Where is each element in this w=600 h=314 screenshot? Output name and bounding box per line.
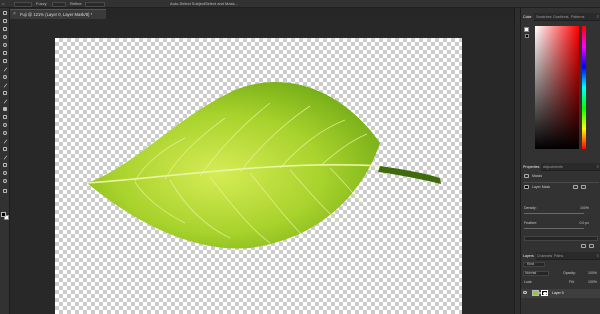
tab-patterns[interactable]: Patterns <box>571 13 584 21</box>
path-select-tool-icon[interactable] <box>2 154 8 160</box>
pen-tool-icon[interactable] <box>2 138 8 144</box>
fill-label: Fill: <box>569 280 575 284</box>
clone-stamp-tool-icon[interactable] <box>2 90 8 96</box>
edit-toolbar-icon[interactable] <box>2 188 8 194</box>
eyedropper-tool-icon[interactable] <box>2 66 8 72</box>
fill-value[interactable]: 100% <box>579 280 597 284</box>
refine-option[interactable]: Refine <box>70 1 82 7</box>
tab-adjustments[interactable]: Adjustments <box>543 163 563 171</box>
tab-gradients[interactable]: Gradients <box>553 13 569 21</box>
dodge-tool-icon[interactable] <box>2 130 8 136</box>
opacity-label: Opacity: <box>563 271 576 275</box>
marquee-tool-icon[interactable] <box>2 26 8 32</box>
color-panel-background-swatch[interactable] <box>525 34 529 38</box>
layer-mask-label: Layer Mask <box>532 185 551 189</box>
mode-dropdown[interactable] <box>52 1 66 7</box>
crop-tool-icon[interactable] <box>2 50 8 56</box>
add-vector-mask-icon[interactable] <box>581 185 586 189</box>
density-value[interactable]: 100% <box>569 206 589 210</box>
opacity-value[interactable]: 100% <box>579 271 597 275</box>
canvas-area <box>10 19 514 314</box>
kind-label: Kind <box>527 262 535 266</box>
masks-label: Masks <box>532 174 543 178</box>
panel-menu-icon[interactable]: ≡ <box>597 253 599 258</box>
color-panel-foreground-swatch[interactable] <box>524 27 529 32</box>
move-tool-icon[interactable] <box>2 10 8 16</box>
type-tool-icon[interactable] <box>2 146 8 152</box>
feather-label: Feather: <box>524 221 538 225</box>
feather-slider[interactable] <box>524 228 584 229</box>
tab-color[interactable]: Color <box>521 13 534 21</box>
quick-select-tool-icon[interactable] <box>2 42 8 48</box>
visibility-eye-icon[interactable] <box>523 291 527 294</box>
lock-label: Lock: <box>524 280 533 284</box>
tools-panel <box>0 8 10 314</box>
color-picker-field[interactable] <box>535 26 579 149</box>
document-tab-title: Fuji @ 121% (Layer 0, Layer Mask/8) * <box>20 12 93 17</box>
zoom-tool-icon[interactable] <box>2 178 8 184</box>
eraser-tool-icon[interactable] <box>2 106 8 112</box>
close-tab-icon[interactable]: × <box>13 10 16 19</box>
layer-mask-icon <box>524 185 529 189</box>
shape-tool-icon[interactable] <box>2 162 8 168</box>
home-icon[interactable]: ⌂ <box>2 1 4 7</box>
brush-tool-icon[interactable] <box>2 82 8 88</box>
leaf-image <box>86 81 441 249</box>
spot-heal-tool-icon[interactable] <box>2 74 8 80</box>
right-panels: Color Swatches Gradients Patterns ≡ Prop… <box>520 8 600 314</box>
layer-thumbnail[interactable] <box>532 290 539 296</box>
fuzzy-option[interactable]: Fuzzy <box>36 1 47 7</box>
select-pixel-mask-icon[interactable] <box>573 185 578 189</box>
feather-value[interactable]: 0.0 px <box>569 221 589 225</box>
properties-panel-tabs: Properties Adjustments ≡ <box>521 163 600 171</box>
density-slider[interactable] <box>524 213 584 214</box>
sample-dropdown[interactable] <box>85 1 105 7</box>
lasso-tool-icon[interactable] <box>2 34 8 40</box>
auto-select-subject-button[interactable]: Auto-Select Subject <box>170 1 205 7</box>
options-bar: ⌂ Fuzzy Refine Auto-Select Subject Selec… <box>0 0 600 8</box>
color-panel-tabs: Color Swatches Gradients Patterns ≡ <box>521 13 600 21</box>
gradient-tool-icon[interactable] <box>2 114 8 120</box>
artboard-tool-icon[interactable] <box>2 18 8 24</box>
document-tab[interactable]: × Fuji @ 121% (Layer 0, Layer Mask/8) * <box>10 9 106 19</box>
layer-name: Layer 0 <box>552 291 564 295</box>
leaf-stem <box>378 166 441 184</box>
panel-menu-icon[interactable]: ≡ <box>597 14 599 19</box>
document-tab-bar: × Fuji @ 121% (Layer 0, Layer Mask/8) * <box>10 8 514 19</box>
tab-swatches[interactable]: Swatches <box>536 13 552 21</box>
layer-mask-thumbnail[interactable] <box>541 290 548 296</box>
hue-slider[interactable] <box>582 26 586 149</box>
hand-tool-icon[interactable] <box>2 170 8 176</box>
tab-layers[interactable]: Layers <box>521 252 536 260</box>
density-label: Density: <box>524 206 537 210</box>
layers-panel-tabs: Layers Channels Paths ≡ <box>521 252 600 260</box>
panel-menu-icon[interactable]: ≡ <box>597 164 599 169</box>
tab-channels[interactable]: Channels <box>537 252 552 260</box>
select-and-mask-button[interactable]: Select and Mask... <box>205 1 238 7</box>
divider <box>523 182 599 183</box>
apply-mask-icon[interactable] <box>581 244 586 248</box>
foreground-color-swatch[interactable] <box>1 212 6 217</box>
tab-paths[interactable]: Paths <box>554 252 563 260</box>
blend-mode-value: Normal <box>525 271 537 275</box>
tab-properties[interactable]: Properties <box>521 163 542 171</box>
refine-field <box>524 236 598 241</box>
mask-icon <box>524 174 529 178</box>
document-canvas[interactable] <box>55 38 462 314</box>
delete-mask-icon[interactable] <box>589 244 594 248</box>
history-brush-tool-icon[interactable] <box>2 98 8 104</box>
frame-tool-icon[interactable] <box>2 58 8 64</box>
tool-preset-picker[interactable] <box>14 1 32 7</box>
blur-tool-icon[interactable] <box>2 122 8 128</box>
